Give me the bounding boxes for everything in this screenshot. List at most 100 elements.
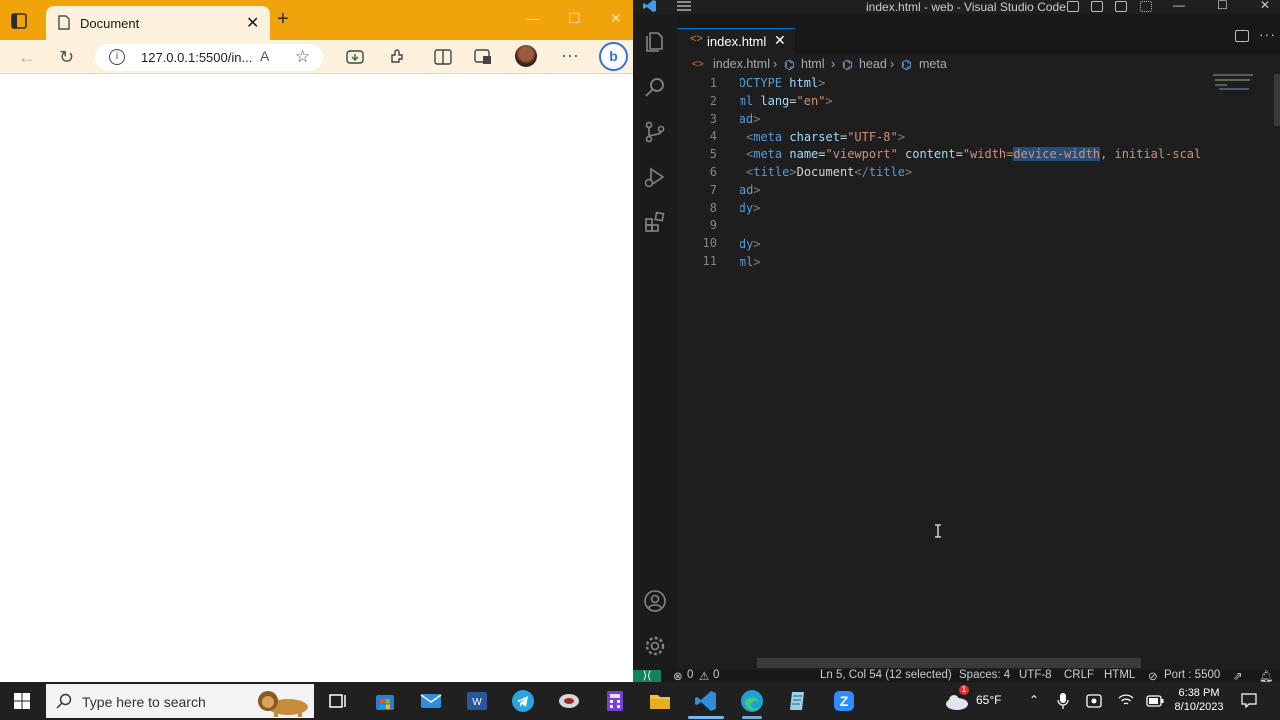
line-number: 1	[709, 76, 717, 90]
notification-center-icon[interactable]	[1241, 693, 1257, 709]
extensions-icon[interactable]	[388, 48, 406, 66]
microphone-icon[interactable]	[1057, 693, 1069, 709]
system-clock[interactable]: 6:38 PM 8/10/2023	[1170, 686, 1228, 714]
language-mode[interactable]: HTML	[1104, 669, 1135, 681]
split-editor-icon[interactable]	[1235, 30, 1249, 42]
new-tab-button[interactable]: +	[277, 9, 289, 29]
html-file-icon: <>	[692, 59, 704, 70]
collections-icon[interactable]	[474, 49, 492, 65]
toggle-sidebar-icon[interactable]	[1067, 1, 1079, 12]
microsoft-store-icon[interactable]	[373, 689, 397, 713]
app-icon[interactable]	[557, 689, 581, 713]
windows-taskbar: Type here to search W Z 1 65°F ⌃ 6:38 PM…	[0, 682, 1280, 720]
end-of-line[interactable]: CRLF	[1064, 669, 1094, 681]
vscode-maximize-icon[interactable]: ☐	[1217, 0, 1228, 12]
weather-temperature[interactable]: 65°F	[976, 693, 1001, 707]
editor-tab-index-html[interactable]: <> index.html ✕	[677, 28, 795, 54]
toggle-panel-icon[interactable]	[1091, 1, 1103, 12]
windows-start-icon[interactable]	[14, 693, 30, 709]
word-app-icon[interactable]: W	[465, 689, 489, 713]
warning-icon[interactable]: ⚠	[699, 669, 709, 683]
live-server-port[interactable]: Port : 5500	[1164, 669, 1220, 681]
breadcrumb: <> index.html › ⌬ html › ⌬ head › ⌬ meta	[677, 54, 1280, 74]
svg-text:Z: Z	[840, 693, 849, 709]
extensions-view-icon[interactable]	[643, 210, 667, 234]
run-debug-icon[interactable]	[643, 165, 667, 189]
more-options-icon[interactable]: ···	[561, 45, 579, 65]
horizontal-scrollbar[interactable]	[757, 658, 1141, 668]
cursor-position[interactable]: Ln 5, Col 54 (12 selected)	[820, 669, 952, 681]
menu-icon[interactable]	[677, 1, 691, 11]
favorite-star-icon[interactable]: ☆	[295, 47, 310, 67]
accounts-icon[interactable]	[643, 589, 667, 613]
vscode-minimize-icon[interactable]: —	[1173, 0, 1185, 12]
search-icon	[56, 693, 72, 709]
toggle-secondary-sidebar-icon[interactable]	[1115, 1, 1127, 12]
mail-icon[interactable]	[419, 689, 443, 713]
task-view-icon[interactable]	[326, 689, 350, 713]
close-tab-icon[interactable]: ✕	[246, 13, 259, 33]
minimize-icon[interactable]: —	[526, 10, 540, 26]
editor-more-actions-icon[interactable]: ···	[1259, 26, 1276, 42]
vscode-close-icon[interactable]: ✕	[1260, 0, 1270, 12]
calculator-icon[interactable]	[603, 689, 627, 713]
close-window-icon[interactable]: ✕	[610, 10, 622, 27]
address-bar[interactable]: i 127.0.0.1:5500/in... A ☆	[95, 44, 323, 71]
breadcrumb-item-file[interactable]: index.html	[713, 57, 770, 71]
maximize-icon[interactable]: ☐	[568, 10, 581, 27]
explorer-icon[interactable]	[643, 30, 667, 54]
line-numbers: 1 2 3 4 5 6 7 8 9 10 11	[677, 74, 737, 670]
breadcrumb-item-html[interactable]: html	[801, 57, 825, 71]
browser-toolbar: ← ↻ i 127.0.0.1:5500/in... A ☆ ··· b	[0, 40, 633, 74]
split-screen-icon[interactable]	[434, 49, 452, 65]
site-info-icon[interactable]: i	[109, 49, 125, 65]
chevron-right-icon: ›	[831, 57, 836, 71]
profile-avatar[interactable]	[515, 45, 537, 67]
zoom-app-icon[interactable]: Z	[832, 689, 856, 713]
encoding[interactable]: UTF-8	[1019, 669, 1052, 681]
battery-icon[interactable]	[1146, 695, 1164, 707]
breadcrumb-item-head[interactable]: head	[859, 57, 887, 71]
vertical-scrollbar[interactable]	[1274, 74, 1280, 126]
bing-copilot-icon[interactable]: b	[599, 42, 628, 71]
refresh-icon[interactable]: ↻	[59, 47, 74, 67]
vscode-taskbar-icon[interactable]	[694, 689, 718, 713]
wifi-icon[interactable]	[1118, 693, 1134, 707]
notifications-bell-icon[interactable]: 🔔︎	[1259, 669, 1274, 683]
close-editor-icon[interactable]: ✕	[774, 32, 786, 49]
code-editor[interactable]: <!DOCTYPE html> <html lang="en"> <head> …	[677, 74, 1207, 670]
customize-layout-icon[interactable]	[1140, 1, 1152, 12]
show-hidden-icons-chevron-icon[interactable]: ⌃	[1029, 693, 1039, 707]
breadcrumb-item-meta[interactable]: meta	[919, 57, 947, 71]
svg-text:W: W	[472, 697, 482, 708]
file-explorer-icon[interactable]	[648, 689, 672, 713]
minimap[interactable]	[1213, 74, 1268, 104]
line-number: 9	[709, 218, 717, 233]
telegram-icon[interactable]	[511, 689, 535, 713]
tab-actions-icon[interactable]	[10, 12, 34, 32]
vscode-window: index.html - web - Visual Studio Code — …	[633, 0, 1280, 683]
indentation[interactable]: Spaces: 4	[959, 669, 1010, 681]
app-available-icon[interactable]	[346, 49, 364, 65]
remote-indicator-icon[interactable]: ⟩⟨	[633, 670, 661, 682]
error-count[interactable]: 0	[687, 669, 693, 681]
source-control-icon[interactable]	[643, 120, 667, 144]
taskbar-search-box[interactable]: Type here to search	[46, 684, 314, 718]
back-arrow-icon[interactable]: ←	[18, 47, 36, 67]
warning-count[interactable]: 0	[713, 669, 719, 681]
search-icon[interactable]	[643, 75, 667, 99]
editor-tab-bar: <> index.html ✕ ···	[677, 14, 1280, 54]
feedback-icon[interactable]: ⇗	[1233, 669, 1243, 683]
chevron-right-icon: ›	[890, 57, 895, 71]
live-server-icon[interactable]: ⊘	[1148, 669, 1158, 683]
line-number: 8	[709, 200, 717, 215]
line-number: 10	[702, 236, 717, 251]
edge-browser-icon[interactable]	[740, 689, 764, 713]
settings-gear-icon[interactable]	[643, 634, 667, 658]
browser-window: Document ✕ + — ☐ ✕ ← ↻ i 127.0.0.1:5500/…	[0, 0, 633, 682]
errors-icon[interactable]: ⊗	[673, 669, 683, 683]
screen-capture-icon[interactable]	[1086, 694, 1102, 708]
browser-tab-document[interactable]: Document ✕	[46, 6, 270, 40]
read-aloud-icon[interactable]: A	[260, 48, 269, 64]
notepad-icon[interactable]	[786, 689, 810, 713]
